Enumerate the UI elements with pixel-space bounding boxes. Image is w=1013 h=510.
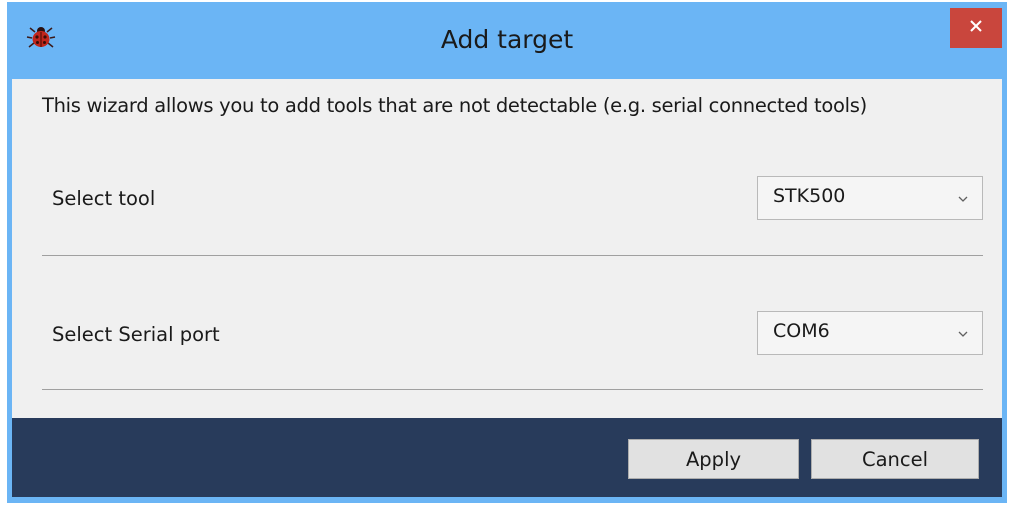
serial-port-dropdown-value: COM6 xyxy=(773,320,830,342)
close-button[interactable] xyxy=(950,8,1002,48)
window-title: Add target xyxy=(440,25,574,54)
button-bar: Apply Cancel xyxy=(12,418,1002,497)
tool-dropdown-value: STK500 xyxy=(773,185,846,207)
select-serial-port-label: Select Serial port xyxy=(52,323,220,346)
divider xyxy=(42,255,983,256)
serial-port-dropdown[interactable]: COM6 xyxy=(757,311,983,355)
dialog-content: This wizard allows you to add tools that… xyxy=(12,79,1002,497)
tool-dropdown[interactable]: STK500 xyxy=(757,176,983,220)
dialog-window: Add target This wizard allows you to add… xyxy=(7,2,1007,503)
intro-text: This wizard allows you to add tools that… xyxy=(42,94,867,117)
close-icon xyxy=(968,18,984,39)
chevron-down-icon xyxy=(956,327,970,341)
select-tool-label: Select tool xyxy=(52,187,156,210)
title-bar[interactable]: Add target xyxy=(7,2,1007,79)
divider xyxy=(42,389,983,390)
cancel-button[interactable]: Cancel xyxy=(811,439,979,479)
apply-button[interactable]: Apply xyxy=(628,439,799,479)
chevron-down-icon xyxy=(956,192,970,206)
